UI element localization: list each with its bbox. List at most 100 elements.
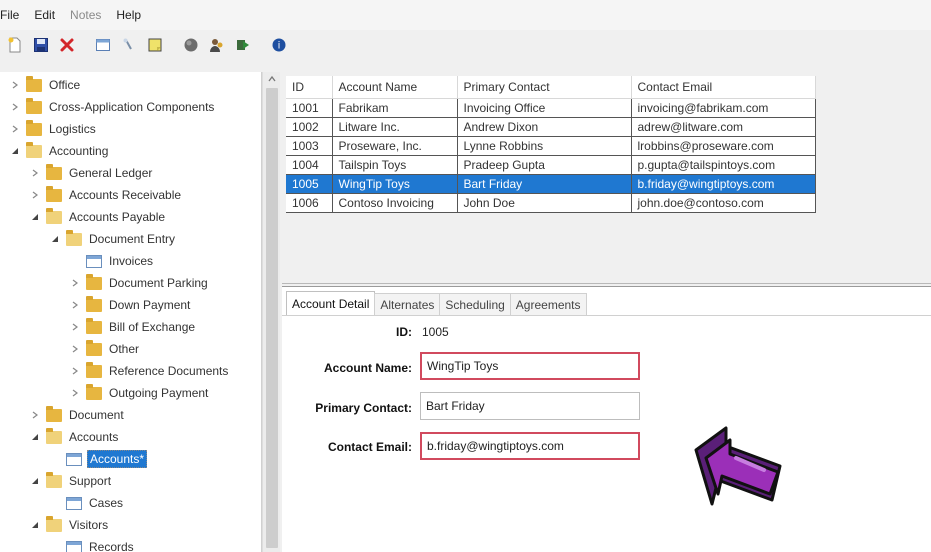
tree-node[interactable]: Accounts Payable [30, 206, 167, 228]
tree-node[interactable]: Bill of Exchange [70, 316, 197, 338]
menu-help[interactable]: Help [116, 8, 150, 22]
help-button[interactable]: i [268, 34, 290, 56]
contact-email-field[interactable] [420, 432, 640, 460]
table-cell[interactable]: p.gupta@tailspintoys.com [631, 155, 816, 175]
table-cell[interactable]: Contoso Invoicing [332, 193, 458, 213]
table-cell[interactable]: Andrew Dixon [457, 117, 632, 137]
table-cell[interactable]: lrobbins@proseware.com [631, 136, 816, 156]
tree-node[interactable]: Cross-Application Components [10, 96, 216, 118]
expand-chevron-icon[interactable] [70, 322, 80, 332]
table-cell[interactable]: 1004 [286, 155, 333, 175]
tree-node[interactable]: Cases [50, 492, 125, 514]
save-button[interactable] [30, 34, 52, 56]
expand-chevron-icon[interactable] [30, 410, 40, 420]
expand-chevron-icon[interactable] [70, 344, 80, 354]
table-cell[interactable]: WingTip Toys [332, 174, 458, 194]
expand-chevron-icon[interactable] [70, 388, 80, 398]
table-cell[interactable]: Bart Friday [457, 174, 632, 194]
table-row[interactable]: 1002 Litware Inc. Andrew Dixon adrew@litwar… [286, 117, 816, 137]
tree-node[interactable]: Visitors [30, 514, 110, 536]
collapse-chevron-icon[interactable] [50, 234, 60, 244]
table-cell[interactable]: Invoicing Office [457, 98, 632, 118]
tree-node[interactable]: Reference Documents [70, 360, 230, 382]
search-button[interactable] [118, 34, 140, 56]
table-row[interactable]: 1001 Fabrikam Invoicing Office invoicing@fa… [286, 98, 816, 118]
expand-chevron-icon[interactable] [30, 168, 40, 178]
tree-node[interactable]: Accounts* [50, 448, 148, 470]
expand-chevron-icon[interactable] [10, 80, 20, 90]
notes-button[interactable] [144, 34, 166, 56]
table-cell[interactable]: adrew@litware.com [631, 117, 816, 137]
primary-contact-field[interactable] [420, 392, 640, 420]
table-cell[interactable]: Proseware, Inc. [332, 136, 458, 156]
expand-chevron-icon[interactable] [70, 366, 80, 376]
expand-chevron-icon[interactable] [10, 124, 20, 134]
window-button[interactable] [92, 34, 114, 56]
table-cell[interactable]: Lynne Robbins [457, 136, 632, 156]
expand-chevron-icon[interactable] [70, 300, 80, 310]
tree-node[interactable]: Accounting [10, 140, 110, 162]
table-row[interactable]: 1003 Proseware, Inc. Lynne Robbins lrobbins… [286, 136, 816, 156]
tree-node[interactable]: Records [50, 536, 136, 552]
tab-alternates[interactable]: Alternates [374, 293, 441, 315]
users-button[interactable] [206, 34, 228, 56]
table-row[interactable]: 1005 WingTip Toys Bart Friday b.friday@wing… [286, 174, 816, 194]
tree-node[interactable]: Outgoing Payment [70, 382, 210, 404]
table-row[interactable]: 1004 Tailspin Toys Pradeep Gupta p.gupta@ta… [286, 155, 816, 175]
table-cell[interactable]: 1001 [286, 98, 333, 118]
collapse-chevron-icon[interactable] [30, 432, 40, 442]
expand-chevron-icon[interactable] [10, 102, 20, 112]
expand-chevron-icon[interactable] [30, 190, 40, 200]
tab-account-detail[interactable]: Account Detail [286, 291, 376, 315]
tab-scheduling[interactable]: Scheduling [439, 293, 511, 315]
collapse-chevron-icon[interactable] [10, 146, 20, 156]
menu-edit[interactable]: Edit [34, 8, 64, 22]
column-header-id[interactable]: ID [286, 76, 333, 99]
table-cell[interactable]: Tailspin Toys [332, 155, 458, 175]
delete-button[interactable] [56, 34, 78, 56]
tree-scrollbar[interactable] [262, 72, 280, 552]
table-cell[interactable]: Pradeep Gupta [457, 155, 632, 175]
tree-node[interactable]: Accounts Receivable [30, 184, 183, 206]
table-cell[interactable]: john.doe@contoso.com [631, 193, 816, 213]
column-header-primary-contact[interactable]: Primary Contact [457, 76, 632, 99]
table-cell[interactable]: invoicing@fabrikam.com [631, 98, 816, 118]
expand-chevron-icon[interactable] [70, 278, 80, 288]
tree-node[interactable]: Document [30, 404, 126, 426]
globe-button[interactable] [180, 34, 202, 56]
table-cell[interactable]: 1005 [286, 174, 333, 194]
navigation-tree[interactable]: Office Cross-Application Components Logist… [0, 72, 262, 552]
collapse-chevron-icon[interactable] [30, 476, 40, 486]
tree-node[interactable]: Office [10, 74, 82, 96]
table-cell[interactable]: Fabrikam [332, 98, 458, 118]
column-header-contact-email[interactable]: Contact Email [631, 76, 816, 99]
new-button[interactable] [4, 34, 26, 56]
tab-agreements[interactable]: Agreements [509, 293, 587, 315]
tree-node[interactable]: General Ledger [30, 162, 154, 184]
table-cell[interactable]: b.friday@wingtiptoys.com [631, 174, 816, 194]
tree-node[interactable]: Support [30, 470, 113, 492]
tree-node[interactable]: Document Entry [50, 228, 177, 250]
table-row[interactable]: 1006 Contoso Invoicing John Doe john.doe@co… [286, 193, 816, 213]
collapse-chevron-icon[interactable] [30, 520, 40, 530]
tree-node[interactable]: Down Payment [70, 294, 192, 316]
scrollbar-thumb[interactable] [266, 88, 278, 548]
table-cell[interactable]: 1002 [286, 117, 333, 137]
tree-node[interactable]: Invoices [70, 250, 155, 272]
tree-node[interactable]: Document Parking [70, 272, 210, 294]
table-cell[interactable]: 1006 [286, 193, 333, 213]
tree-node[interactable]: Other [70, 338, 141, 360]
menu-file[interactable]: File [0, 8, 28, 22]
table-cell[interactable]: 1003 [286, 136, 333, 156]
column-header-account-name[interactable]: Account Name [332, 76, 458, 99]
tree-node[interactable]: Accounts [30, 426, 120, 448]
menu-notes[interactable]: Notes [70, 8, 110, 22]
collapse-chevron-icon[interactable] [30, 212, 40, 222]
tree-node[interactable]: Logistics [10, 118, 98, 140]
account-name-field[interactable] [420, 352, 640, 380]
table-cell[interactable]: John Doe [457, 193, 632, 213]
scroll-up-icon[interactable] [267, 74, 277, 84]
help-icon: i [272, 38, 286, 52]
forward-button[interactable] [232, 34, 254, 56]
table-cell[interactable]: Litware Inc. [332, 117, 458, 137]
